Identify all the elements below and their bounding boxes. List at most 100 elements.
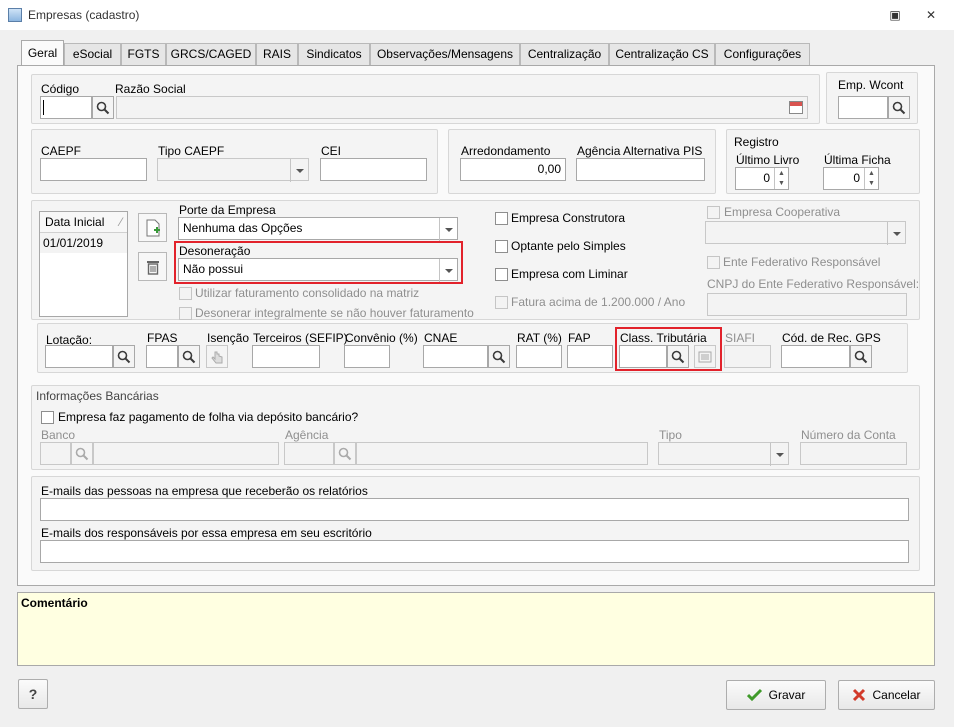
emp-wcont-search-button[interactable] bbox=[888, 96, 910, 119]
optante-simples-checkbox[interactable] bbox=[495, 240, 508, 253]
fpas-label: FPAS bbox=[147, 331, 178, 345]
ultimo-livro-label: Último Livro bbox=[736, 153, 800, 167]
close-icon[interactable]: ✕ bbox=[922, 6, 940, 24]
tab-esocial[interactable]: eSocial bbox=[64, 43, 121, 65]
cod-gps-label: Cód. de Rec. GPS bbox=[782, 331, 881, 345]
data-inicial-header[interactable]: Data Inicial bbox=[45, 212, 104, 232]
class-tributaria-list-button[interactable] bbox=[694, 345, 716, 368]
siafi-input[interactable] bbox=[724, 345, 771, 368]
fatura-acima-checkbox[interactable] bbox=[495, 296, 508, 309]
agencia-pis-input[interactable] bbox=[576, 158, 705, 181]
gravar-button[interactable]: Gravar bbox=[726, 680, 826, 710]
cnae-input[interactable] bbox=[423, 345, 488, 368]
cnpj-ente-input[interactable] bbox=[707, 293, 907, 316]
fap-input[interactable] bbox=[567, 345, 613, 368]
banco-input[interactable] bbox=[40, 442, 71, 465]
agencia-label: Agência bbox=[285, 428, 329, 442]
title-bar: Empresas (cadastro) ▣ ✕ bbox=[0, 0, 954, 30]
arredondamento-label: Arredondamento bbox=[461, 144, 551, 158]
delete-date-button[interactable] bbox=[138, 252, 167, 281]
comment-textarea[interactable]: Comentário bbox=[17, 592, 935, 666]
isencao-button[interactable] bbox=[206, 345, 228, 368]
sort-icon: ⁄ bbox=[119, 215, 122, 229]
empresa-construtora-label: Empresa Construtora bbox=[511, 211, 626, 225]
empresa-liminar-label: Empresa com Liminar bbox=[511, 267, 628, 281]
desoneracao-select[interactable]: Não possui bbox=[178, 258, 458, 282]
agencia-search-button[interactable] bbox=[334, 442, 356, 465]
emails-pessoas-label: E-mails das pessoas na empresa que receb… bbox=[41, 484, 368, 498]
help-button[interactable]: ? bbox=[18, 679, 48, 709]
razao-social-input[interactable] bbox=[116, 96, 808, 119]
utilizar-faturamento-checkbox[interactable] bbox=[179, 287, 192, 300]
agencia-input[interactable] bbox=[284, 442, 334, 465]
search-icon bbox=[892, 101, 906, 114]
tab-rais[interactable]: RAIS bbox=[256, 43, 298, 65]
data-inicial-grid[interactable]: Data Inicial ⁄ 01/01/2019 bbox=[39, 211, 128, 317]
empresa-construtora-checkbox[interactable] bbox=[495, 212, 508, 225]
search-icon bbox=[338, 447, 352, 460]
lotacao-search-button[interactable] bbox=[113, 345, 135, 368]
porte-select[interactable]: Nenhuma das Opções bbox=[178, 217, 458, 241]
tab-configuracoes[interactable]: Configurações bbox=[715, 43, 810, 65]
emails-responsaveis-input[interactable] bbox=[40, 540, 909, 563]
optante-simples-label: Optante pelo Simples bbox=[511, 239, 626, 253]
ultimo-livro-spinner[interactable]: 0 ▲ ▼ bbox=[735, 167, 789, 190]
siafi-label: SIAFI bbox=[725, 331, 756, 345]
spinner-arrows-icon[interactable]: ▲ ▼ bbox=[774, 168, 788, 189]
cnae-search-button[interactable] bbox=[488, 345, 510, 368]
cod-gps-input[interactable] bbox=[781, 345, 850, 368]
restore-icon[interactable]: ▣ bbox=[886, 6, 904, 24]
tipo-caepf-label: Tipo CAEPF bbox=[158, 144, 225, 158]
calendar-icon[interactable] bbox=[789, 101, 803, 114]
agencia-nome-input[interactable] bbox=[356, 442, 648, 465]
pagamento-deposito-checkbox[interactable] bbox=[41, 411, 54, 424]
tab-geral[interactable]: Geral bbox=[21, 40, 64, 66]
table-row[interactable]: 01/01/2019 bbox=[40, 233, 127, 253]
banco-nome-input[interactable] bbox=[93, 442, 279, 465]
cancelar-label: Cancelar bbox=[872, 688, 921, 702]
cancelar-button[interactable]: Cancelar bbox=[838, 680, 935, 710]
add-date-button[interactable] bbox=[138, 213, 167, 242]
empresa-liminar-checkbox[interactable] bbox=[495, 268, 508, 281]
lotacao-input[interactable] bbox=[45, 345, 113, 368]
ente-federativo-checkbox[interactable] bbox=[707, 256, 720, 269]
tipo-select[interactable] bbox=[658, 442, 789, 466]
cei-input[interactable] bbox=[320, 158, 427, 181]
caepf-input[interactable] bbox=[40, 158, 147, 181]
cooperativa-select[interactable] bbox=[705, 221, 906, 245]
search-icon bbox=[492, 350, 506, 363]
tab-observacoes[interactable]: Observações/Mensagens bbox=[370, 43, 520, 65]
new-document-icon bbox=[146, 219, 160, 236]
chevron-down-icon bbox=[770, 443, 788, 466]
class-tributaria-input[interactable] bbox=[619, 345, 667, 368]
terceiros-input[interactable] bbox=[252, 345, 320, 368]
emp-wcont-input[interactable] bbox=[838, 96, 888, 119]
codigo-search-button[interactable] bbox=[92, 96, 114, 119]
desonerar-integralmente-checkbox[interactable] bbox=[179, 307, 192, 320]
emails-pessoas-input[interactable] bbox=[40, 498, 909, 521]
list-icon bbox=[698, 351, 712, 362]
rat-input[interactable] bbox=[516, 345, 562, 368]
codigo-input[interactable] bbox=[40, 96, 92, 119]
arredondamento-input[interactable]: 0,00 bbox=[460, 158, 566, 181]
banco-search-button[interactable] bbox=[71, 442, 93, 465]
tab-sindicatos[interactable]: Sindicatos bbox=[298, 43, 370, 65]
class-tributaria-search-button[interactable] bbox=[667, 345, 689, 368]
tab-grcs-caged[interactable]: GRCS/CAGED bbox=[166, 43, 256, 65]
checkmark-icon bbox=[746, 688, 762, 702]
fpas-search-button[interactable] bbox=[178, 345, 200, 368]
emp-wcont-label: Emp. Wcont bbox=[838, 78, 904, 92]
bancarias-title: Informações Bancárias bbox=[36, 389, 159, 403]
tab-centralizacao[interactable]: Centralização bbox=[520, 43, 609, 65]
tipo-caepf-select[interactable] bbox=[157, 158, 309, 182]
empresa-cooperativa-checkbox[interactable] bbox=[707, 206, 720, 219]
cod-gps-search-button[interactable] bbox=[850, 345, 872, 368]
numero-conta-input[interactable] bbox=[800, 442, 907, 465]
pointer-hand-icon bbox=[211, 351, 223, 363]
convenio-input[interactable] bbox=[344, 345, 390, 368]
tab-fgts[interactable]: FGTS bbox=[121, 43, 166, 65]
tab-centralizacao-cs[interactable]: Centralização CS bbox=[609, 43, 715, 65]
spinner-arrows-icon[interactable]: ▲ ▼ bbox=[864, 168, 878, 189]
fpas-input[interactable] bbox=[146, 345, 178, 368]
ultima-ficha-spinner[interactable]: 0 ▲ ▼ bbox=[823, 167, 879, 190]
